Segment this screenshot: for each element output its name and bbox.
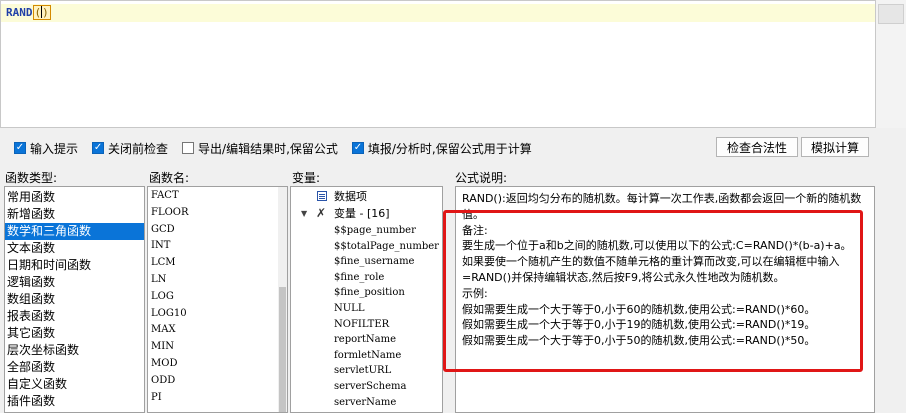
datasource-icon xyxy=(317,191,327,201)
function-item[interactable]: PI xyxy=(148,390,287,407)
tree-node-variables[interactable]: ▼ ✗ 变量 - [16] xyxy=(291,206,431,222)
options-row: ✓ 输入提示 ✓ 关闭前检查 导出/编辑结果时,保留公式 ✓ 填报/分析时,保留… xyxy=(14,140,546,156)
variable-item[interactable]: $fine_username xyxy=(334,254,414,270)
description-line: 要生成一个位于a和b之间的随机数,可以使用以下的公式:C=RAND()*(b-a… xyxy=(462,239,852,253)
checkmark-icon[interactable]: ✓ xyxy=(92,142,105,154)
variable-tree[interactable]: 数据项 ▼ ✗ 变量 - [16] $$page_number $$totalPa… xyxy=(290,186,443,413)
category-item[interactable]: 数组函数 xyxy=(5,291,144,308)
description-line: 示例: xyxy=(462,286,488,300)
option-label: 导出/编辑结果时,保留公式 xyxy=(198,141,338,156)
variable-item[interactable]: NULL xyxy=(334,301,364,317)
option-keep-formula-export[interactable]: 导出/编辑结果时,保留公式 xyxy=(182,140,338,157)
function-item[interactable]: MOD xyxy=(148,356,287,373)
variable-item[interactable]: $$totalPage_number xyxy=(334,239,439,255)
variable-item[interactable]: $fine_position xyxy=(334,285,405,301)
category-item[interactable]: 常用函数 xyxy=(5,189,144,206)
description-line: 假如需要生成一个大于等于0,小于50的随机数,使用公式:=RAND()*50。 xyxy=(462,334,816,348)
variable-item[interactable]: formletName xyxy=(334,348,401,364)
description-line: 如果要使一个随机产生的数值不随单元格的重计算而改变,可以在编辑框中输入=RAND… xyxy=(462,255,840,284)
checkmark-icon[interactable]: ✓ xyxy=(14,142,26,154)
function-list-scrollbar[interactable] xyxy=(278,187,287,412)
variable-item[interactable]: $$page_number xyxy=(334,223,416,239)
category-item[interactable]: 层次坐标函数 xyxy=(5,342,144,359)
variable-item[interactable]: servletURL xyxy=(334,363,391,379)
editor-side-button[interactable] xyxy=(878,4,904,24)
category-item[interactable]: 日期和时间函数 xyxy=(5,257,144,274)
function-item[interactable]: ODD xyxy=(148,373,287,390)
category-label: 函数类型: xyxy=(5,171,58,185)
category-item[interactable]: 新增函数 xyxy=(5,206,144,223)
category-item[interactable]: 逻辑函数 xyxy=(5,274,144,291)
category-item[interactable]: 自定义函数 xyxy=(5,376,144,393)
variable-item[interactable]: serverSchema xyxy=(334,379,406,395)
category-item[interactable]: 报表函数 xyxy=(5,308,144,325)
description-text: RAND():返回均匀分布的随机数。每计算一次工作表,函数都会返回一个新的随机数… xyxy=(462,191,868,349)
description-line: 假如需要生成一个大于等于0,小于60的随机数,使用公式:=RAND()*60。 xyxy=(462,302,816,316)
check-validity-button[interactable]: 检查合法性 xyxy=(716,137,798,157)
tree-node-label: 变量 - [16] xyxy=(334,207,390,220)
function-item[interactable]: LOG xyxy=(148,289,287,306)
category-list[interactable]: 常用函数 新增函数 数学和三角函数 文本函数 日期和时间函数 逻辑函数 数组函数 报表函数 其它… xyxy=(4,186,145,413)
checkbox-unchecked[interactable] xyxy=(182,142,195,154)
editor-current-line xyxy=(1,4,875,22)
category-item[interactable]: 数学和三角函数 xyxy=(5,223,144,240)
variable-item[interactable]: $fine_role xyxy=(334,270,384,286)
simulate-calc-button[interactable]: 模拟计算 xyxy=(801,137,869,157)
variable-item[interactable]: reportName xyxy=(334,332,396,348)
function-item[interactable]: GCD xyxy=(148,222,287,239)
function-item[interactable]: LOG10 xyxy=(148,306,287,323)
function-item[interactable]: MIN xyxy=(148,339,287,356)
option-input-hint[interactable]: ✓ 输入提示 xyxy=(14,140,78,157)
category-item[interactable]: 文本函数 xyxy=(5,240,144,257)
category-item[interactable]: 其它函数 xyxy=(5,325,144,342)
function-item[interactable]: MAX xyxy=(148,322,287,339)
editor-code[interactable]: RAND() xyxy=(6,5,51,20)
variable-item[interactable]: serverName xyxy=(334,395,396,411)
description-panel: RAND():返回均匀分布的随机数。每计算一次工作表,函数都会返回一个新的随机数… xyxy=(455,186,875,413)
description-line: RAND():返回均匀分布的随机数。每计算一次工作表,函数都会返回一个新的随机数… xyxy=(462,192,862,221)
category-item[interactable]: 全部函数 xyxy=(5,359,144,376)
formula-editor[interactable]: RAND() xyxy=(0,0,876,128)
description-line: 备注: xyxy=(462,223,488,237)
tree-expand-icon[interactable]: ▼ xyxy=(301,206,307,222)
editor-code-paren: () xyxy=(32,5,51,20)
function-list[interactable]: FACT FLOOR GCD INT LCM LN LOG LOG10 MAX MIN MOD ODD… xyxy=(147,186,288,413)
function-item[interactable]: FLOOR xyxy=(148,205,287,222)
function-label: 函数名: xyxy=(149,171,190,185)
category-item[interactable]: 插件函数 xyxy=(5,393,144,410)
editor-code-function: RAND xyxy=(6,6,33,19)
variable-label: 变量: xyxy=(292,171,321,185)
editor-side-strip xyxy=(876,0,906,128)
description-line: 假如需要生成一个大于等于0,小于19的随机数,使用公式:=RAND()*19。 xyxy=(462,318,816,332)
option-label: 关闭前检查 xyxy=(108,141,169,156)
scrollbar-thumb[interactable] xyxy=(279,287,286,412)
tree-node-datasource[interactable]: 数据项 xyxy=(291,189,431,205)
description-label: 公式说明: xyxy=(455,171,508,185)
option-label: 填报/分析时,保留公式用于计算 xyxy=(367,141,532,156)
option-check-before-close[interactable]: ✓ 关闭前检查 xyxy=(92,140,168,157)
function-item[interactable]: FACT xyxy=(148,188,287,205)
option-label: 输入提示 xyxy=(30,141,79,156)
function-item[interactable]: LCM xyxy=(148,255,287,272)
checkmark-icon[interactable]: ✓ xyxy=(351,142,364,154)
variable-icon: ✗ xyxy=(316,206,327,220)
variable-item[interactable]: NOFILTER xyxy=(334,317,389,333)
option-keep-formula-fill[interactable]: ✓ 填报/分析时,保留公式用于计算 xyxy=(351,140,532,157)
function-item[interactable]: LN xyxy=(148,272,287,289)
tree-node-label: 数据项 xyxy=(334,190,367,203)
function-item[interactable]: INT xyxy=(148,238,287,255)
